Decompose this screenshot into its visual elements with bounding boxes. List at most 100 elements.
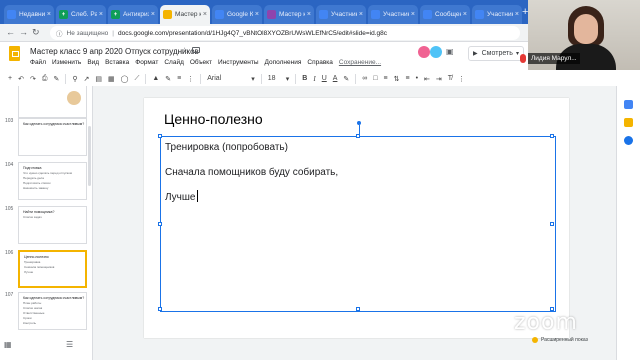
filmstrip-scrollbar[interactable]: [88, 126, 91, 186]
reload-icon[interactable]: ↻: [32, 27, 40, 38]
zoom-participant-video[interactable]: Лидия Марул...: [528, 0, 640, 70]
font-select[interactable]: Arial: [207, 75, 243, 82]
menu-item[interactable]: Изменить: [52, 59, 81, 66]
text-color-button[interactable]: A: [333, 75, 338, 82]
slide-title[interactable]: Ценно-полезно: [164, 111, 263, 127]
menu-item[interactable]: Инструменты: [218, 59, 259, 66]
list-view-icon[interactable]: ☰: [66, 340, 73, 349]
collaborator-avatar[interactable]: [418, 46, 430, 58]
comment-icon[interactable]: ▣: [446, 47, 454, 56]
close-tab-icon[interactable]: ×: [99, 11, 103, 18]
zoom-icon[interactable]: ⚲: [72, 75, 77, 83]
slides-logo-icon[interactable]: [9, 46, 20, 61]
move-folder-icon[interactable]: [192, 47, 200, 53]
calendar-icon[interactable]: [624, 100, 633, 109]
line-spacing-icon[interactable]: ⇅: [394, 75, 400, 83]
border-dash-icon[interactable]: ⋮: [187, 75, 194, 83]
resize-handle[interactable]: [550, 134, 554, 138]
undo-icon[interactable]: ↶: [18, 75, 24, 83]
close-tab-icon[interactable]: ×: [307, 11, 311, 18]
forward-icon[interactable]: →: [19, 27, 28, 37]
browser-tab[interactable]: Недавние×: [4, 5, 54, 24]
body-text-line[interactable]: Тренировка (попробовать): [165, 142, 288, 153]
resize-handle[interactable]: [356, 307, 360, 311]
menu-item[interactable]: Файл: [30, 59, 46, 66]
browser-tab[interactable]: Участник ×: [472, 5, 522, 24]
line-icon[interactable]: ⟋: [134, 75, 139, 83]
align-icon[interactable]: ≡: [384, 75, 388, 82]
more-icon[interactable]: ⋮: [458, 75, 465, 83]
back-icon[interactable]: ←: [6, 27, 15, 37]
indent-less-icon[interactable]: ⇤: [424, 75, 430, 83]
select-icon[interactable]: ↗: [83, 75, 89, 83]
resize-handle[interactable]: [158, 134, 162, 138]
image-icon[interactable]: ▦: [108, 75, 115, 83]
browser-tab[interactable]: Мастер к ×: [160, 5, 210, 24]
numbered-list-icon[interactable]: ≡: [406, 75, 410, 82]
text-box[interactable]: Тренировка (попробовать) Сначала помощни…: [158, 121, 556, 312]
browser-tab[interactable]: Сообщени×: [420, 5, 470, 24]
star-icon[interactable]: ☆: [181, 46, 188, 55]
comment-add-icon[interactable]: □: [373, 75, 377, 82]
highlight-icon[interactable]: ✎: [343, 75, 349, 83]
redo-icon[interactable]: ↷: [30, 75, 36, 83]
italic-button[interactable]: I: [313, 75, 315, 83]
textbox-icon[interactable]: ▤: [95, 75, 102, 83]
menu-item[interactable]: Вид: [87, 59, 99, 66]
menu-item[interactable]: Формат: [135, 59, 158, 66]
resize-handle[interactable]: [356, 134, 360, 138]
close-tab-icon[interactable]: ×: [359, 11, 363, 18]
menu-item[interactable]: Справка: [307, 59, 333, 66]
document-title[interactable]: Мастер класс 9 апр 2020 Отпуск сотрудник…: [30, 47, 199, 56]
border-weight-icon[interactable]: ≡: [177, 75, 181, 82]
link-icon[interactable]: ∞: [362, 75, 367, 82]
tasks-icon[interactable]: [624, 136, 633, 145]
menu-item[interactable]: Слайд: [164, 59, 184, 66]
chevron-down-icon[interactable]: ▾: [516, 50, 519, 57]
resize-handle[interactable]: [158, 307, 162, 311]
browser-tab[interactable]: Мастер к ×: [264, 5, 314, 24]
browser-tab[interactable]: + Антикриз ×: [108, 5, 158, 24]
menu-item[interactable]: Вставка: [105, 59, 129, 66]
resize-handle[interactable]: [550, 222, 554, 226]
close-tab-icon[interactable]: ×: [411, 11, 415, 18]
expand-notes-toggle[interactable]: Расширенный показ: [532, 335, 588, 345]
close-tab-icon[interactable]: ×: [463, 11, 467, 18]
keep-icon[interactable]: [624, 118, 633, 127]
close-tab-icon[interactable]: ×: [203, 11, 207, 18]
grid-view-icon[interactable]: ▦: [4, 340, 12, 349]
border-color-icon[interactable]: ✎: [165, 75, 171, 83]
menu-item[interactable]: Дополнения: [265, 59, 302, 66]
collaborator-avatar[interactable]: [430, 46, 442, 58]
close-tab-icon[interactable]: ×: [151, 11, 155, 18]
bold-button[interactable]: B: [302, 75, 307, 82]
present-button[interactable]: ▶ Смотреть ▾: [468, 46, 524, 61]
url-input[interactable]: ⓘ Не защищено | docs.google.com/presenta…: [50, 26, 520, 40]
bulleted-list-icon[interactable]: •: [416, 75, 418, 82]
body-text-line[interactable]: Лучше: [165, 190, 199, 203]
fill-color-icon[interactable]: ▲: [152, 75, 159, 82]
browser-tab[interactable]: Google Ка×: [212, 5, 262, 24]
body-text-line[interactable]: Сначала помощников буду собирать,: [165, 167, 338, 178]
slide-page[interactable]: Ценно-полезно Тренировка (попробовать) С…: [144, 98, 569, 338]
close-tab-icon[interactable]: ×: [255, 11, 259, 18]
chevron-down-icon[interactable]: ▾: [251, 75, 255, 83]
close-tab-icon[interactable]: ×: [515, 11, 519, 18]
underline-button[interactable]: U: [322, 75, 327, 82]
chevron-down-icon[interactable]: ▾: [286, 75, 290, 83]
font-size-select[interactable]: 18: [268, 75, 280, 82]
indent-more-icon[interactable]: ⇥: [436, 75, 442, 83]
close-tab-icon[interactable]: ×: [47, 11, 51, 18]
clear-format-icon[interactable]: T̸: [448, 75, 452, 82]
print-icon[interactable]: ⎙: [42, 75, 48, 83]
browser-tab[interactable]: Участник ×: [316, 5, 366, 24]
browser-tab[interactable]: Участник ×: [368, 5, 418, 24]
browser-tab[interactable]: +Слеб. Расп×: [56, 5, 106, 24]
paint-format-icon[interactable]: ✎: [53, 75, 59, 83]
rotate-handle[interactable]: [357, 121, 361, 125]
resize-handle[interactable]: [158, 222, 162, 226]
save-status[interactable]: Сохранение...: [339, 59, 381, 66]
menu-item[interactable]: Объект: [190, 59, 212, 66]
add-icon[interactable]: +: [8, 75, 12, 82]
shape-icon[interactable]: ◯: [121, 75, 129, 83]
